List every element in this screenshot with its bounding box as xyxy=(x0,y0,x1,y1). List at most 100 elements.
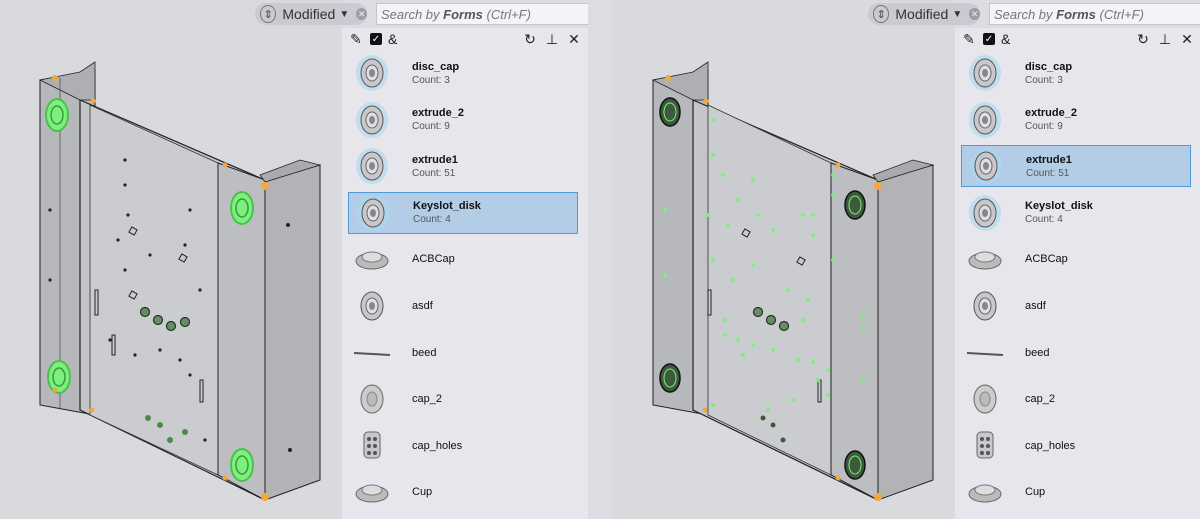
form-name: extrude1 xyxy=(1026,153,1072,166)
form-name: Cup xyxy=(412,486,433,499)
forms-panel: ✎ ✓ & ↻ ⊥ ✕ disc_cap Count: 3 extrude_2 Cou… xyxy=(955,28,1200,519)
form-item-text: cap_holes xyxy=(1025,440,1075,452)
filter-label: Modified xyxy=(895,6,949,22)
form-list-item[interactable]: ACBCap xyxy=(961,238,1191,280)
form-item-text: asdf xyxy=(1025,300,1046,312)
form-list-item[interactable]: extrude_2 Count: 9 xyxy=(348,99,578,141)
sheet-metal-model xyxy=(651,61,935,501)
form-count: Count: 9 xyxy=(412,121,450,133)
forms-toolbar: ✎ ✓ & ↻ ⊥ ✕ xyxy=(955,28,1200,50)
search-input[interactable]: Search by Forms (Ctrl+F) xyxy=(989,3,1200,25)
form-list-item[interactable]: cap_2 xyxy=(961,378,1191,420)
form-list-item[interactable]: Keyslot_disk Count: 4 xyxy=(348,191,578,234)
form-item-text: cap_2 xyxy=(412,393,442,405)
search-forms-bold: Forms xyxy=(443,7,483,22)
clear-filter-icon[interactable]: ✕ xyxy=(356,8,367,20)
cap-holes-icon xyxy=(348,425,396,467)
form-count: Count: 51 xyxy=(1026,167,1070,179)
form-list-item[interactable]: extrude1 Count: 51 xyxy=(348,145,578,187)
filter-label: Modified xyxy=(282,6,336,22)
form-list-item[interactable]: extrude_2 Count: 9 xyxy=(961,99,1191,141)
form-list-item[interactable]: disc_cap Count: 3 xyxy=(348,52,578,94)
filter-icon: ⇕ xyxy=(260,5,277,23)
checkbox-icon[interactable]: ✓ xyxy=(983,33,995,45)
chevron-down-icon: ▼ xyxy=(952,8,963,20)
form-list-item[interactable]: cap_holes xyxy=(348,425,578,467)
search-input[interactable]: Search by Forms (Ctrl+F) xyxy=(376,3,590,25)
left-screenshot: ⇕ Modified ▼ ✕ Search by Forms (Ctrl+F) … xyxy=(0,0,600,519)
chevron-down-icon: ▼ xyxy=(339,8,350,20)
form-list-item[interactable]: asdf xyxy=(961,285,1191,327)
extrude-icon xyxy=(348,99,396,141)
form-item-text: asdf xyxy=(412,300,433,312)
cup-icon xyxy=(348,471,396,513)
form-name: cap_holes xyxy=(1025,439,1076,452)
form-item-text: beed xyxy=(1025,347,1049,359)
form-list-item[interactable]: Keyslot_disk Count: 4 xyxy=(961,192,1191,234)
form-count: Count: 9 xyxy=(1025,121,1063,133)
form-list-item[interactable]: beed xyxy=(961,332,1191,374)
cap-icon xyxy=(961,378,1009,420)
and-toggle[interactable]: & xyxy=(1001,31,1010,47)
form-list-item[interactable]: cap_holes xyxy=(961,425,1191,467)
cup-icon xyxy=(961,471,1009,513)
3d-viewport[interactable] xyxy=(0,0,342,519)
asdf-icon xyxy=(348,285,396,327)
search-prefix: Search by xyxy=(994,7,1057,22)
close-icon[interactable]: ✕ xyxy=(1179,31,1195,47)
top-toolbar: ⇕ Modified ▼ ✕ Search by Forms (Ctrl+F) xyxy=(0,0,600,30)
form-name: disc_cap xyxy=(1025,60,1073,73)
extrude-icon xyxy=(961,99,1009,141)
form-name: beed xyxy=(1025,346,1050,359)
form-name: cap_holes xyxy=(412,439,463,452)
form-item-text: beed xyxy=(412,347,436,359)
pin-icon[interactable]: ⊥ xyxy=(544,31,560,47)
checkbox-icon[interactable]: ✓ xyxy=(370,33,382,45)
beed-icon xyxy=(961,332,1009,374)
and-toggle[interactable]: & xyxy=(388,31,397,47)
beed-icon xyxy=(348,332,396,374)
modified-filter-dropdown[interactable]: ⇕ Modified ▼ ✕ xyxy=(868,3,980,25)
cap-icon xyxy=(348,378,396,420)
form-list-item[interactable]: cap_2 xyxy=(348,378,578,420)
top-toolbar: ⇕ Modified ▼ ✕ Search by Forms (Ctrl+F) xyxy=(613,0,1200,30)
form-item-text: Cup xyxy=(412,486,432,498)
form-item-text: cap_holes xyxy=(412,440,462,452)
acbcap-icon xyxy=(961,238,1009,280)
form-count: Count: 4 xyxy=(413,214,451,226)
form-item-text: extrude_2 Count: 9 xyxy=(1025,107,1077,132)
right-screenshot: ⇕ Modified ▼ ✕ Search by Forms (Ctrl+F) … xyxy=(613,0,1200,519)
3d-viewport[interactable] xyxy=(613,0,955,519)
form-name: ACBCap xyxy=(412,253,455,266)
form-list-item[interactable]: disc_cap Count: 3 xyxy=(961,52,1191,94)
form-name: Keyslot_disk xyxy=(413,200,481,213)
form-name: extrude_2 xyxy=(412,107,464,120)
form-name: ACBCap xyxy=(1025,253,1068,266)
modified-filter-dropdown[interactable]: ⇕ Modified ▼ ✕ xyxy=(255,3,367,25)
search-shortcut: (Ctrl+F) xyxy=(482,7,531,22)
form-item-text: extrude1 Count: 51 xyxy=(412,154,458,179)
form-name: extrude_2 xyxy=(1025,107,1077,120)
form-item-text: disc_cap Count: 3 xyxy=(1025,61,1072,86)
refresh-icon[interactable]: ↻ xyxy=(522,31,538,47)
form-list-item[interactable]: Cup xyxy=(348,471,578,513)
form-list-item[interactable]: asdf xyxy=(348,285,578,327)
keyslot-icon xyxy=(961,192,1009,234)
forms-toolbar: ✎ ✓ & ↻ ⊥ ✕ xyxy=(342,28,588,50)
form-item-text: ACBCap xyxy=(412,253,455,265)
form-list-item[interactable]: ACBCap xyxy=(348,238,578,280)
form-list-item[interactable]: Cup xyxy=(961,471,1191,513)
forms-panel: ✎ ✓ & ↻ ⊥ ✕ disc_cap Count: 3 extrude_2 Cou… xyxy=(342,28,588,519)
form-count: Count: 4 xyxy=(1025,214,1063,226)
form-count: Count: 3 xyxy=(412,74,450,86)
form-list-item[interactable]: beed xyxy=(348,332,578,374)
eraser-icon[interactable]: ✎ xyxy=(348,31,364,47)
sheet-metal-model xyxy=(38,61,322,501)
close-icon[interactable]: ✕ xyxy=(566,31,582,47)
form-list-item[interactable]: extrude1 Count: 51 xyxy=(961,145,1191,188)
eraser-icon[interactable]: ✎ xyxy=(961,31,977,47)
pin-icon[interactable]: ⊥ xyxy=(1157,31,1173,47)
clear-filter-icon[interactable]: ✕ xyxy=(969,8,980,20)
refresh-icon[interactable]: ↻ xyxy=(1135,31,1151,47)
cap-holes-icon xyxy=(961,425,1009,467)
